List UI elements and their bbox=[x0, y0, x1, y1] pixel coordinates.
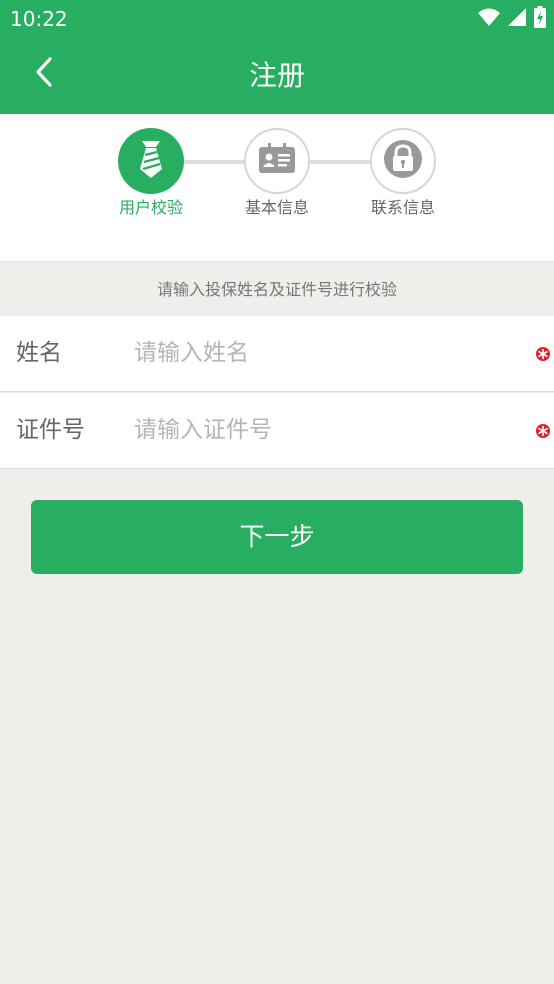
step-label: 联系信息 bbox=[370, 198, 435, 217]
name-row: 姓名 bbox=[0, 316, 554, 392]
status-bar: 10:22 bbox=[0, 0, 554, 38]
name-input[interactable] bbox=[134, 332, 514, 374]
step-circle-inactive bbox=[370, 128, 436, 194]
id-number-label: 证件号 bbox=[16, 417, 85, 443]
step-circle-active bbox=[118, 128, 184, 194]
signal-icon bbox=[508, 8, 526, 30]
page-title: 注册 bbox=[248, 59, 305, 92]
id-number-row: 证件号 bbox=[0, 393, 554, 469]
step-label: 基本信息 bbox=[244, 198, 309, 217]
id-card-icon bbox=[258, 143, 296, 179]
required-icon bbox=[535, 346, 551, 362]
id-number-input[interactable] bbox=[134, 409, 514, 451]
step-circle-inactive bbox=[244, 128, 310, 194]
name-label: 姓名 bbox=[16, 340, 62, 366]
step-label: 用户校验 bbox=[118, 198, 183, 217]
tie-icon bbox=[136, 139, 166, 183]
verify-hint: 请输入投保姓名及证件号进行校验 bbox=[0, 261, 554, 317]
lock-icon bbox=[383, 139, 423, 183]
step-indicator: 用户校验 基本信息 联系信息 bbox=[0, 114, 554, 261]
next-step-button[interactable]: 下一步 bbox=[31, 500, 523, 574]
step-basic-info: 基本信息 bbox=[222, 128, 332, 219]
status-icons bbox=[478, 6, 546, 32]
step-user-verify: 用户校验 bbox=[96, 128, 206, 219]
wifi-icon bbox=[478, 8, 500, 30]
app-bar: 注册 bbox=[0, 38, 554, 114]
status-time: 10:22 bbox=[10, 7, 68, 31]
required-icon bbox=[535, 423, 551, 439]
step-contact-info: 联系信息 bbox=[348, 128, 458, 219]
battery-charging-icon bbox=[534, 6, 546, 32]
